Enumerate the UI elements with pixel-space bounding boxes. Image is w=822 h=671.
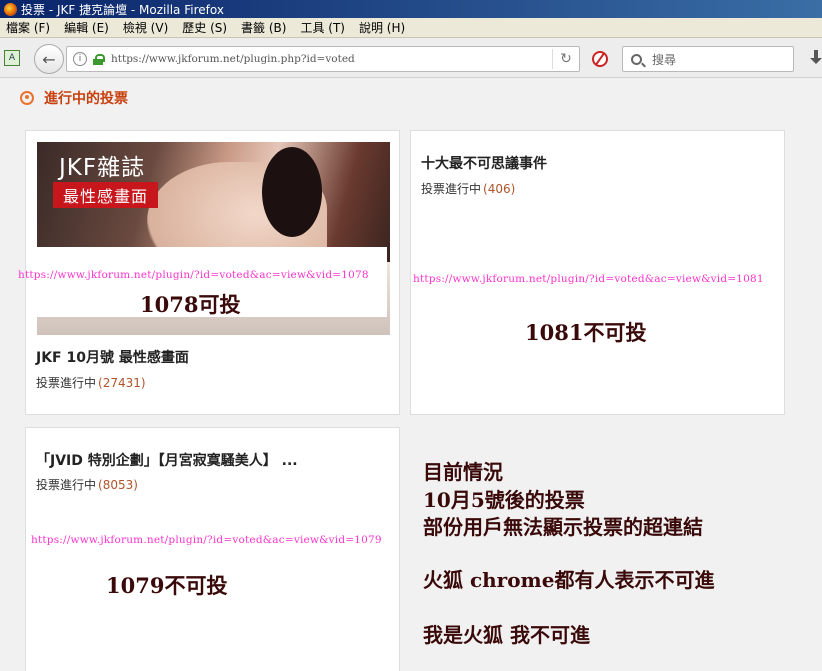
annotation-url: https://www.jkforum.net/plugin/?id=voted… bbox=[18, 269, 369, 281]
menu-tools[interactable]: 工具 (T) bbox=[300, 19, 345, 36]
back-button[interactable]: ← bbox=[34, 44, 64, 74]
info-icon[interactable]: i bbox=[73, 52, 87, 66]
annotation-line: 10月5號後的投票 bbox=[423, 488, 585, 512]
window-title: 投票 - JKF 捷克論壇 - Mozilla Firefox bbox=[21, 2, 224, 17]
annotation-line: 目前情況 bbox=[423, 460, 503, 484]
image-hair bbox=[262, 147, 322, 237]
poll-meta: 投票進行中 (8053) bbox=[36, 476, 138, 493]
addon-block-icon[interactable] bbox=[592, 51, 608, 67]
reload-icon[interactable]: ↻ bbox=[553, 51, 579, 67]
user-icon bbox=[20, 91, 34, 105]
menu-history[interactable]: 歷史 (S) bbox=[182, 19, 227, 36]
annotation-status: 1079不可投 bbox=[106, 573, 228, 598]
translate-icon[interactable]: A bbox=[4, 50, 20, 66]
title-bar: 投票 - JKF 捷克論壇 - Mozilla Firefox bbox=[0, 0, 822, 18]
annotation-status: 1078可投 bbox=[140, 292, 241, 317]
menu-bookmarks[interactable]: 書籤 (B) bbox=[241, 19, 286, 36]
poll-card[interactable]: 十大最不可思議事件 投票進行中 (406) https://www.jkforum… bbox=[410, 130, 785, 415]
poll-status: 投票進行中 bbox=[36, 376, 97, 390]
annotation-line: 部份用戶無法顯示投票的超連結 bbox=[423, 515, 703, 539]
vote-count: (27431) bbox=[98, 376, 146, 390]
menu-edit[interactable]: 編輯 (E) bbox=[64, 19, 109, 36]
lock-icon[interactable] bbox=[93, 53, 105, 65]
poll-status: 投票進行中 bbox=[421, 182, 482, 196]
download-icon[interactable] bbox=[810, 50, 822, 66]
annotation-status: 1081不可投 bbox=[525, 320, 647, 345]
poll-card[interactable]: 「JVID 特別企劃」【月宮寂寞騷美人】 ... 投票進行中 (8053) htt… bbox=[25, 427, 400, 671]
menu-bar: 檔案 (F) 編輯 (E) 檢視 (V) 歷史 (S) 書籤 (B) 工具 (T… bbox=[0, 18, 822, 38]
magazine-badge: 最性感畫面 bbox=[53, 182, 159, 208]
vote-count: (8053) bbox=[98, 478, 138, 492]
annotation-url: https://www.jkforum.net/plugin/?id=voted… bbox=[31, 534, 382, 546]
menu-view[interactable]: 檢視 (V) bbox=[123, 19, 168, 36]
browser-window: 投票 - JKF 捷克論壇 - Mozilla Firefox 檔案 (F) 編… bbox=[0, 0, 822, 671]
poll-meta: 投票進行中 (406) bbox=[421, 180, 515, 197]
menu-help[interactable]: 說明 (H) bbox=[359, 19, 405, 36]
menu-file[interactable]: 檔案 (F) bbox=[6, 19, 50, 36]
poll-card[interactable]: JKF雜誌 最性感畫面 https://www.jkforum.net/plug… bbox=[18, 130, 400, 415]
search-placeholder[interactable]: 搜尋 bbox=[652, 51, 676, 68]
section-heading: 進行中的投票 bbox=[20, 88, 128, 108]
navigation-toolbar: A ← i https://www.jkforum.net/plugin.php… bbox=[0, 38, 822, 78]
poll-meta: 投票進行中 (27431) bbox=[36, 374, 146, 391]
magazine-title: JKF雜誌 bbox=[59, 155, 146, 181]
back-arrow-icon: ← bbox=[42, 49, 56, 69]
address-bar[interactable]: i https://www.jkforum.net/plugin.php?id=… bbox=[66, 46, 580, 72]
poll-status: 投票進行中 bbox=[36, 478, 97, 492]
poll-title[interactable]: 十大最不可思議事件 bbox=[421, 153, 547, 173]
annotation-line: 火狐 chrome都有人表示不可進 bbox=[423, 568, 715, 592]
search-bar[interactable]: 搜尋 bbox=[622, 46, 794, 72]
annotation-url: https://www.jkforum.net/plugin/?id=voted… bbox=[413, 273, 764, 285]
search-icon bbox=[631, 53, 642, 65]
url-text[interactable]: https://www.jkforum.net/plugin.php?id=vo… bbox=[111, 53, 355, 65]
annotation-line: 我是火狐 我不可進 bbox=[423, 623, 590, 647]
section-title-text: 進行中的投票 bbox=[44, 91, 128, 107]
vote-count: (406) bbox=[483, 182, 516, 196]
poll-title[interactable]: JKF 10月號 最性感畫面 bbox=[36, 347, 189, 367]
firefox-icon bbox=[4, 2, 17, 16]
poll-title[interactable]: 「JVID 特別企劃」【月宮寂寞騷美人】 ... bbox=[36, 450, 298, 470]
